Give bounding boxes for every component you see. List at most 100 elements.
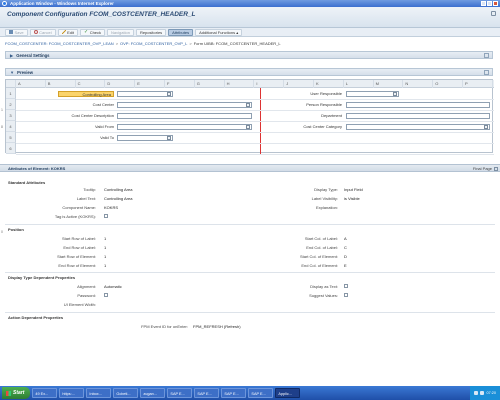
value-help-icon[interactable] [246,125,250,129]
section-options-icon[interactable] [484,53,489,58]
value-help-icon[interactable] [484,125,488,129]
start-row-label-value: 1 [104,236,107,241]
window-options-icon[interactable] [491,11,496,16]
grid-corner [6,80,16,88]
end-col-element-label: End Col. of Element: [301,263,338,268]
preview-title: Preview [17,70,33,75]
field-input[interactable] [346,112,490,119]
column-header-row: ABCDEFGHIJKLMNOP [6,80,494,88]
section-title: Position [8,227,24,232]
end-row-element-label: End Row of Element: [58,263,96,268]
system-tray: 07:20 [470,386,500,400]
general-settings-section[interactable]: ▶ General Settings [5,51,493,59]
end-row-label-value: 1 [104,245,107,250]
maximize-icon[interactable] [487,1,492,6]
close-icon[interactable] [493,1,498,6]
repositories-button[interactable]: Repositories [135,28,167,36]
taskbar-button[interactable]: Applic... [275,388,301,398]
field-input[interactable] [346,101,490,108]
attributes-title: Attributes of Element: KOKRS [8,166,66,171]
alignment-value: Automatic [104,284,122,289]
check-icon: ✓ [83,29,89,35]
tag-active-checkbox[interactable] [104,214,108,218]
end-row-element-value: 1 [104,263,107,268]
field-input[interactable] [346,90,399,97]
network-icon[interactable] [474,391,479,395]
additional-functions-button[interactable]: Additional Functions ▴ [195,28,243,36]
attributes-button[interactable]: Attributes [168,28,194,36]
password-checkbox[interactable] [104,293,108,297]
start-col-element-value: D [344,254,347,259]
minimize-icon[interactable] [481,1,486,6]
label-visibility-value: is Visible [344,196,360,201]
breadcrumb: FCOM_COSTCENTER: FCOM_COSTCENTER_OVP_LEA… [5,41,281,47]
row-number: 3 [6,110,16,121]
repositories-label: Repositories [139,29,163,35]
tooltip-value: Controlling Area [104,187,133,192]
field-label: Valid To [100,134,114,140]
taskbar-button[interactable]: SAP E... [194,388,220,398]
cancel-button[interactable]: Cancel [29,28,56,36]
field-input[interactable] [117,134,173,141]
column-header: E [135,80,165,88]
display-type-value: Input Field [344,187,363,192]
save-button[interactable]: Save [5,28,28,36]
taskbar-button[interactable]: SAP E... [248,388,274,398]
taskbar-button[interactable]: SAP E... [221,388,247,398]
column-header: P [463,80,493,88]
breadcrumb-item-form-uibb: Form UIBB: FCOM_COSTCENTER_HEADER_L [193,41,281,46]
windows-logo-icon [6,390,11,396]
navigation-button[interactable]: Navigation [107,28,134,36]
breadcrumb-item-ovp-lean[interactable]: FCOM_COSTCENTER: FCOM_COSTCENTER_OVP_LEA… [5,41,114,47]
column-header: L [344,80,374,88]
save-label: Save [14,29,24,35]
field-input[interactable] [117,101,252,108]
taskbar-button[interactable]: https:... [59,388,85,398]
volume-icon[interactable] [480,391,485,395]
section-options-icon[interactable] [484,70,489,75]
preview-section[interactable]: ▼ Preview [5,68,493,76]
suggest-values-checkbox[interactable] [344,293,348,297]
breadcrumb-item-ovp[interactable]: OVP: FCOM_COSTCENTER_OVP_L [120,41,187,47]
general-settings-title: General Settings [16,53,50,58]
field-input[interactable] [117,90,173,97]
row-number: 5 [6,132,16,143]
value-help-icon[interactable] [393,92,397,96]
panel-options-icon[interactable] [494,167,498,171]
label-visibility-label: Label Visibility: [311,196,338,201]
app-header: Component Configuration FCOM_COSTCENTER_… [0,7,500,28]
section-title: Display Type Dependent Properties [8,275,76,280]
ui-width-label: UI Element Width: [63,302,96,307]
column-header: O [433,80,463,88]
value-help-icon[interactable] [167,136,171,140]
group-divider [5,312,495,313]
field-input[interactable] [117,112,252,119]
breadcrumb-separator: > [189,41,192,46]
display-as-text-checkbox[interactable] [344,284,348,288]
value-help-icon[interactable] [167,92,171,96]
taskbar-button[interactable]: 49 Ex... [32,388,58,398]
additional-functions-label: Additional Functions ▴ [199,29,239,35]
check-button[interactable]: ✓ Check [79,28,106,36]
grid-row-line [16,99,494,100]
breadcrumb-separator: > [115,41,119,46]
taskbar-button[interactable]: Gcbeti... [113,388,139,398]
start-button[interactable]: Start [2,387,31,399]
value-help-icon[interactable] [246,103,250,107]
final-page-link[interactable]: Final Page [473,165,492,173]
taskbar-button[interactable]: Inbox... [86,388,112,398]
start-col-element-label: Start Col. of Element: [299,254,338,259]
field-label: Cost Center Category [303,123,342,129]
field-input[interactable] [117,123,252,130]
field-input[interactable] [346,123,490,130]
page-title: Component Configuration FCOM_COSTCENTER_… [7,11,196,18]
edit-button[interactable]: Edit [57,28,78,36]
taskbar-button[interactable]: zugan... [140,388,166,398]
field-label: User Responsible [310,90,342,96]
attributes-label: Attributes [172,29,190,35]
taskbar-button[interactable]: SAP E... [167,388,193,398]
navigation-label: Navigation [111,29,130,35]
component-name-label: Component Name: [62,205,96,210]
tag-active-label: Tag is Active (KOKRS): [54,214,96,219]
row-number: 4 [6,121,16,132]
